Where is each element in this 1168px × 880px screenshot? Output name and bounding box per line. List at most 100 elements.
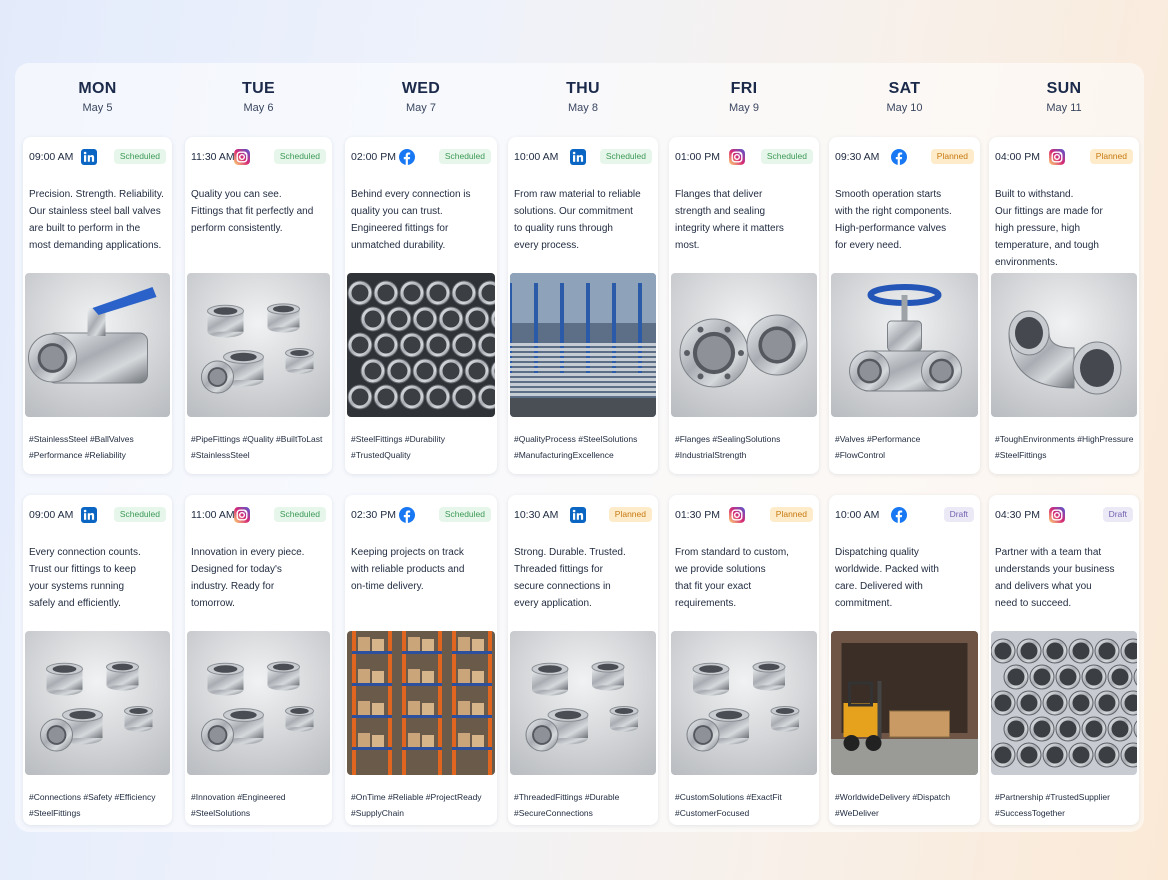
- post-card[interactable]: 09:00 AM Scheduled Every connection counts…: [23, 495, 172, 825]
- warehouse-image[interactable]: [347, 631, 495, 775]
- flanges-image[interactable]: [671, 273, 817, 417]
- caption-line: to quality runs through: [514, 223, 613, 234]
- caption-line: for every need.: [835, 240, 902, 251]
- caption-line: on-time delivery.: [351, 581, 424, 592]
- post-time: 09:00 AM: [29, 151, 74, 163]
- linkedin-icon: [81, 507, 97, 523]
- post-card[interactable]: 10:30 AM Planned Strong. Durable. Trusted.…: [508, 495, 658, 825]
- hashtag-line: #PipeFittings #Quality #BuiltToLast: [191, 434, 323, 444]
- day-date: May 10: [886, 102, 923, 114]
- pipe-fittings-image[interactable]: [187, 273, 330, 417]
- threaded-set-image[interactable]: [510, 631, 656, 775]
- custom-fittings-image[interactable]: [671, 631, 817, 775]
- post-hashtags: #Connections #Safety #Efficiency #SteelFi…: [29, 789, 168, 821]
- caption-line: unmatched durability.: [351, 240, 446, 251]
- status-badge: Scheduled: [438, 149, 491, 164]
- day-header-fri: FRI May 9: [669, 80, 819, 114]
- couplings-image[interactable]: [187, 631, 330, 775]
- pipe-stacks-image[interactable]: [991, 631, 1137, 775]
- post-time: 09:30 AM: [835, 151, 880, 163]
- status-badge: Scheduled: [760, 149, 813, 164]
- post-card[interactable]: 10:00 AM Scheduled From raw material to re…: [508, 137, 658, 474]
- day-header-mon: MON May 5: [23, 80, 172, 114]
- caption-line: From raw material to reliable: [514, 189, 641, 200]
- post-card[interactable]: 10:00 AM Draft Dispatching quality worldwid…: [829, 495, 980, 825]
- hashtag-line: #ToughEnvironments #HighPressure: [995, 434, 1134, 444]
- post-card[interactable]: 02:00 PM Scheduled Behind every connection…: [345, 137, 497, 474]
- post-caption: Precision. Strength. Reliability. Our sta…: [29, 186, 166, 254]
- post-hashtags: #ToughEnvironments #HighPressure #SteelFi…: [995, 431, 1135, 463]
- post-caption: Dispatching quality worldwide. Packed wit…: [835, 544, 974, 612]
- post-caption: From raw material to reliable solutions. …: [514, 186, 652, 254]
- caption-line: safely and efficiently.: [29, 598, 121, 609]
- hashtag-line: #SteelFittings: [995, 450, 1047, 460]
- hashtag-line: #StainlessSteel #BallValves: [29, 434, 134, 444]
- caption-line: Built to withstand.: [995, 189, 1074, 200]
- elbow-fitting-image[interactable]: [991, 273, 1137, 417]
- caption-line: care. Delivered with: [835, 581, 923, 592]
- post-card[interactable]: 09:30 AM Planned Smooth operation starts wi…: [829, 137, 980, 474]
- caption-line: every application.: [514, 598, 592, 609]
- caption-line: we provide solutions: [675, 564, 766, 575]
- caption-line: solutions. Our commitment: [514, 206, 633, 217]
- forklift-container-image[interactable]: [831, 631, 978, 775]
- hashtag-line: #ThreadedFittings #Durable: [514, 792, 620, 802]
- hashtag-line: #Connections #Safety #Efficiency: [29, 792, 156, 802]
- post-card[interactable]: 09:00 AM Scheduled Precision. Strength. Re…: [23, 137, 172, 474]
- hashtag-line: #WeDeliver: [835, 808, 879, 818]
- post-header: 09:00 AM Scheduled: [23, 149, 172, 165]
- post-time: 01:00 PM: [675, 151, 720, 163]
- post-header: 01:30 PM Planned: [669, 507, 819, 523]
- status-badge: Draft: [943, 507, 974, 522]
- status-badge: Planned: [769, 507, 813, 522]
- post-card[interactable]: 04:30 PM Draft Partner with a team that und…: [989, 495, 1139, 825]
- day-date: May 5: [82, 102, 113, 114]
- caption-line: Our fittings are made for: [995, 206, 1103, 217]
- caption-line: commitment.: [835, 598, 893, 609]
- hashtag-line: #SupplyChain: [351, 808, 404, 818]
- status-badge: Planned: [930, 149, 974, 164]
- post-hashtags: #Partnership #TrustedSupplier #SuccessTog…: [995, 789, 1135, 821]
- facebook-icon: [399, 507, 415, 523]
- facebook-icon: [891, 507, 907, 523]
- caption-line: Keeping projects on track: [351, 547, 464, 558]
- caption-line: with reliable products and: [351, 564, 465, 575]
- post-card[interactable]: 01:00 PM Scheduled Flanges that deliver str…: [669, 137, 819, 474]
- caption-line: requirements.: [675, 598, 737, 609]
- caption-line: perform consistently.: [191, 223, 283, 234]
- day-name: TUE: [242, 80, 275, 97]
- factory-image[interactable]: [510, 273, 656, 417]
- post-header: 09:00 AM Scheduled: [23, 507, 172, 523]
- post-header: 11:00 AM Scheduled: [185, 507, 332, 523]
- day-name: WED: [401, 80, 441, 97]
- caption-line: quality you can trust.: [351, 206, 443, 217]
- status-badge: Draft: [1102, 507, 1133, 522]
- post-card[interactable]: 02:30 PM Scheduled Keeping projects on tra…: [345, 495, 497, 825]
- post-card[interactable]: 04:00 PM Planned Built to withstand. Our fi…: [989, 137, 1139, 474]
- ball-valve-image[interactable]: [25, 273, 170, 417]
- hashtag-line: #QualityProcess #SteelSolutions: [514, 434, 638, 444]
- post-time: 02:30 PM: [351, 509, 396, 521]
- instagram-icon: [729, 507, 745, 523]
- post-time: 10:30 AM: [514, 509, 559, 521]
- gate-valve-image[interactable]: [831, 273, 978, 417]
- day-header-sun: SUN May 11: [989, 80, 1139, 114]
- instagram-icon: [1049, 507, 1065, 523]
- threaded-fittings-image[interactable]: [25, 631, 170, 775]
- post-header: 10:00 AM Draft: [829, 507, 980, 523]
- status-badge: Scheduled: [599, 149, 652, 164]
- caption-line: secure connections in: [514, 581, 611, 592]
- caption-line: integrity where it matters: [675, 223, 784, 234]
- post-header: 02:00 PM Scheduled: [345, 149, 497, 165]
- instagram-icon: [234, 149, 250, 165]
- post-card[interactable]: 01:30 PM Planned From standard to custom, w…: [669, 495, 819, 825]
- post-header: 02:30 PM Scheduled: [345, 507, 497, 523]
- hashtag-line: #FlowControl: [835, 450, 886, 460]
- post-card[interactable]: 11:30 AM Scheduled Quality you can see. Fit…: [185, 137, 332, 474]
- day-name: MON: [78, 80, 117, 97]
- post-caption: Quality you can see. Fittings that fit pe…: [191, 186, 326, 237]
- post-hashtags: #QualityProcess #SteelSolutions #Manufact…: [514, 431, 654, 463]
- post-caption: Smooth operation starts with the right co…: [835, 186, 974, 254]
- post-card[interactable]: 11:00 AM Scheduled Innovation in every pie…: [185, 495, 332, 825]
- steel-pipes-image[interactable]: [347, 273, 495, 417]
